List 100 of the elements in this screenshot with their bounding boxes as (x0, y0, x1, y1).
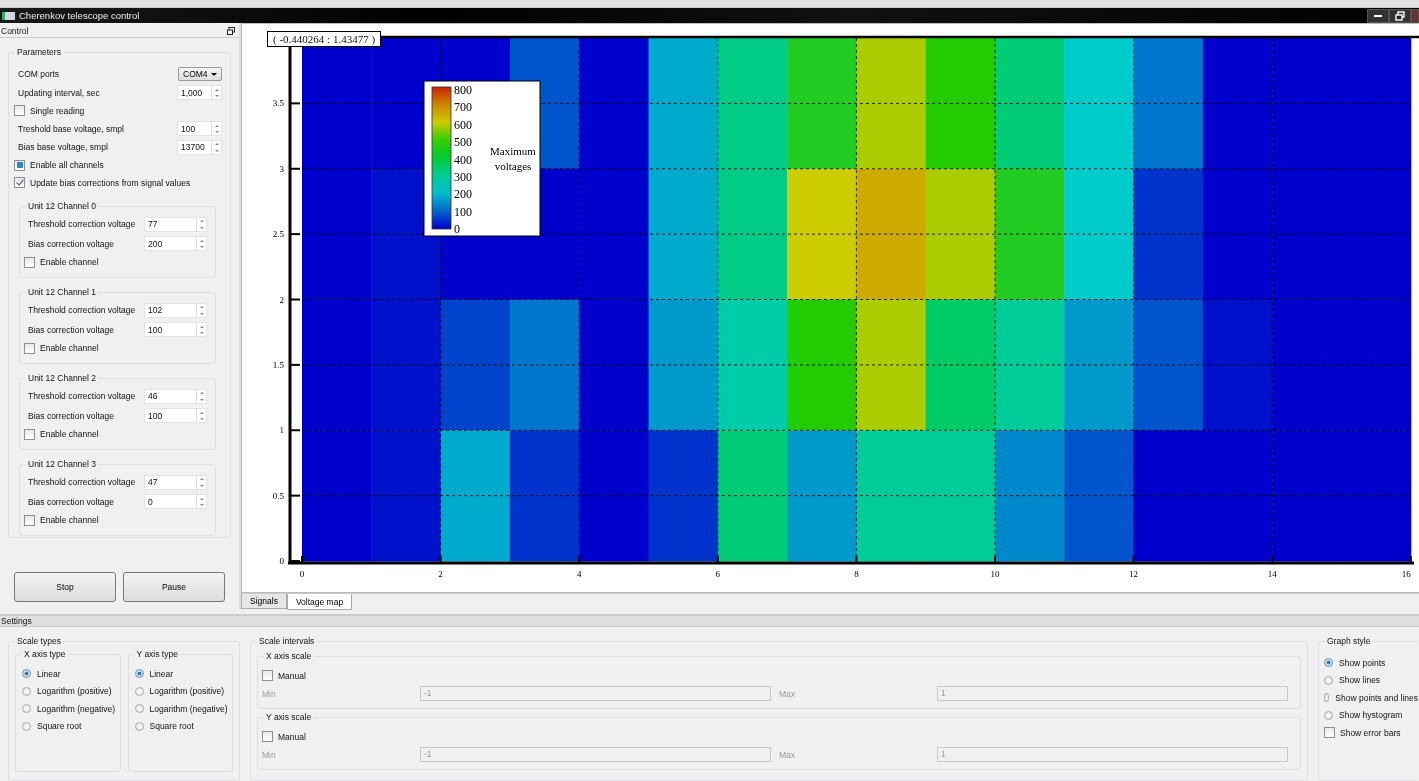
radio-label: Show points and lines (1335, 692, 1418, 703)
radio-button[interactable] (22, 669, 31, 679)
radio-button[interactable] (134, 686, 144, 696)
checkbox-label: Manual (278, 670, 306, 681)
checkbox-label: Update bias corrections from signal values (30, 177, 191, 188)
spin-arrows-icon (196, 323, 206, 337)
legend-label: 0 (454, 222, 460, 237)
group-title: X axis type (22, 649, 68, 659)
legend-label: 300 (454, 170, 472, 184)
checkbox[interactable] (14, 159, 25, 171)
spin-arrows-icon (196, 389, 206, 403)
spin-box[interactable]: 100 (144, 408, 207, 424)
radio-label: Square root (37, 721, 82, 732)
checkbox[interactable] (24, 514, 35, 526)
field-label: COM ports (18, 69, 60, 80)
action-button[interactable]: Stop (14, 572, 116, 602)
spin-box[interactable]: 102 (144, 302, 207, 318)
dock-title: Settings (1, 616, 32, 626)
checkbox-label: Enable channel (40, 515, 99, 526)
dock-title: Control (1, 25, 29, 36)
action-button[interactable]: Pause (123, 572, 225, 602)
radio-label: Linear (37, 668, 61, 679)
minimize-button[interactable] (1367, 8, 1389, 23)
checkbox[interactable] (24, 256, 35, 268)
group-title: Unit 12 Channel 1 (26, 286, 99, 297)
axis-tick-label: 14 (1267, 569, 1277, 579)
spin-box[interactable]: 1,000 (177, 85, 222, 101)
spin-arrows-icon (196, 495, 206, 509)
field-label: Bias base voltage, smpl (18, 142, 108, 153)
field-label: Min (262, 749, 277, 760)
radio-button[interactable] (22, 686, 31, 696)
group-title: Y axis type (134, 649, 180, 659)
close-button[interactable] (1411, 8, 1419, 23)
checkbox[interactable] (24, 428, 35, 440)
spin-box[interactable]: 100 (177, 121, 222, 137)
radio-button[interactable] (134, 721, 144, 731)
spin-arrows-icon (196, 303, 206, 317)
spin-box[interactable]: 0 (144, 494, 207, 510)
checkbox-label: Single reading (30, 105, 85, 116)
checkbox[interactable] (14, 105, 25, 117)
field-label: Bias correction voltage (28, 496, 114, 507)
window-title: Cherenkov telescope control (19, 10, 140, 22)
coordinate-readout: ( -0.440264 : 1.43477 ) (267, 31, 382, 47)
checkbox[interactable] (262, 731, 273, 743)
tab[interactable]: Signals (241, 594, 287, 609)
spin-box[interactable]: 47 (144, 474, 207, 490)
radio-label: Square root (149, 721, 194, 732)
checkbox-label: Enable all channels (30, 160, 104, 171)
field-label: Treshold base voltage, smpl (18, 123, 124, 134)
axis-tick-label: 3.5 (272, 98, 284, 109)
checkbox[interactable] (1324, 727, 1335, 739)
spin-box[interactable]: 77 (144, 216, 207, 232)
legend-label: 500 (454, 135, 472, 150)
field-label: Updating interval, sec (18, 87, 100, 98)
radio-button[interactable] (22, 704, 31, 714)
field-label: Threshold correction voltage (28, 219, 136, 230)
spin-box[interactable]: 13700 (177, 139, 222, 155)
radio-button[interactable] (134, 704, 144, 714)
com-port-dropdown[interactable]: COM4 (178, 67, 222, 82)
radio-button[interactable] (1324, 675, 1333, 685)
axis-tick-label: 1 (279, 425, 284, 436)
spin-arrows-icon (211, 86, 221, 100)
checkbox[interactable] (14, 177, 25, 189)
spin-arrows-icon (196, 217, 206, 231)
spin-arrows-icon (196, 409, 206, 423)
spin-box[interactable]: 100 (144, 322, 207, 338)
checkbox-label: Enable channel (40, 257, 99, 268)
axis-tick-label: 16 (1401, 569, 1411, 579)
field-label: Bias correction voltage (28, 238, 114, 249)
tab[interactable]: Voltage map (286, 594, 353, 610)
field-label: Threshold correction voltage (28, 305, 136, 316)
radio-button[interactable] (1324, 658, 1333, 668)
checkbox-label: Enable channel (40, 429, 99, 440)
radio-button[interactable] (1324, 693, 1330, 703)
field-label: Bias correction voltage (28, 410, 114, 421)
group-title: Graph style (1325, 636, 1373, 646)
radio-button[interactable] (22, 721, 31, 731)
axis-tick-label: 6 (715, 569, 721, 579)
checkbox-label: Enable channel (40, 343, 99, 354)
axis-tick-label: 2.5 (272, 229, 284, 240)
radio-label: Show lines (1339, 675, 1381, 686)
group-title: X axis scale (264, 651, 314, 661)
radio-label: Logarithm (negative) (149, 703, 228, 714)
radio-button[interactable] (1324, 710, 1333, 720)
checkbox[interactable] (24, 342, 35, 354)
spin-box[interactable]: 200 (144, 236, 207, 252)
checkbox[interactable] (262, 670, 273, 682)
axis-tick-label: 2 (438, 569, 443, 579)
axis-tick-label: 3 (279, 163, 284, 174)
field-label: Max (779, 749, 797, 760)
legend-label: 400 (454, 152, 472, 167)
spin-box[interactable]: 46 (144, 388, 207, 404)
restore-button[interactable] (1389, 8, 1411, 23)
axis-tick-label: 4 (576, 569, 582, 579)
group-title: Unit 12 Channel 3 (26, 458, 99, 469)
radio-button[interactable] (134, 669, 144, 679)
restore-icon (1395, 10, 1405, 21)
float-icon[interactable] (227, 26, 235, 35)
radio-label: Linear (149, 668, 174, 679)
radio-label: Show hystogram (1339, 710, 1403, 721)
